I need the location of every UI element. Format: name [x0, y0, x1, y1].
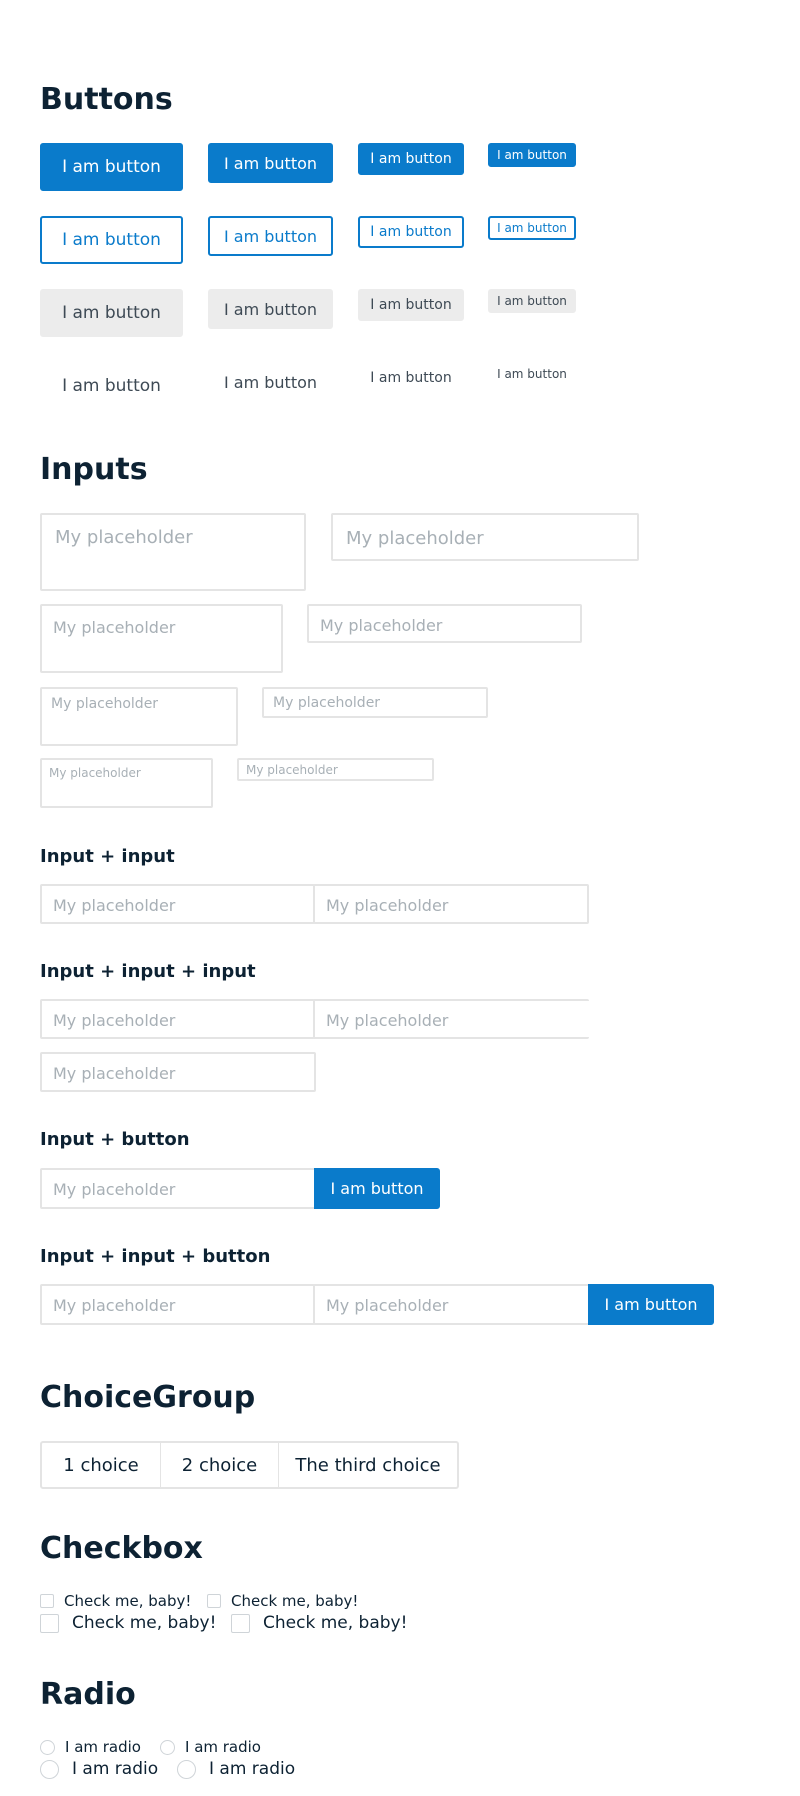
secondary-button-s[interactable]: I am button — [358, 216, 464, 248]
inputs-heading: Inputs — [40, 452, 148, 487]
group4-input-2[interactable]: My placeholder — [313, 1284, 590, 1325]
buttons-heading: Buttons — [40, 82, 173, 117]
choice-1[interactable]: 1 choice — [42, 1443, 160, 1487]
input-input-button-heading: Input + input + button — [40, 1246, 271, 1267]
checkbox-label: Check me, baby! — [72, 1613, 217, 1633]
radio-label: I am radio — [65, 1738, 141, 1756]
checkbox-label: Check me, baby! — [231, 1592, 359, 1610]
input-button-heading: Input + button — [40, 1129, 190, 1150]
group1-input-1[interactable]: My placeholder — [40, 884, 315, 924]
checkbox-label: Check me, baby! — [263, 1613, 408, 1633]
radio-label: I am radio — [209, 1759, 296, 1779]
checkbox-s-1[interactable]: Check me, baby! — [40, 1592, 192, 1610]
input-input-heading: Input + input — [40, 846, 175, 867]
textarea-l[interactable]: My placeholder — [40, 513, 306, 591]
secondary-button-l[interactable]: I am button — [40, 216, 183, 264]
primary-button-s[interactable]: I am button — [358, 143, 464, 175]
radio-label: I am radio — [185, 1738, 261, 1756]
checkbox-m-1[interactable]: Check me, baby! — [40, 1613, 216, 1633]
text-input-xs[interactable]: My placeholder — [237, 758, 434, 781]
input-input-input-heading: Input + input + input — [40, 961, 256, 982]
choice-2[interactable]: 2 choice — [160, 1443, 278, 1487]
radio-s-2[interactable]: I am radio — [160, 1738, 261, 1756]
ghost-button-s[interactable]: I am button — [358, 289, 464, 321]
text-input-l[interactable]: My placeholder — [331, 513, 639, 561]
checkbox-s-2[interactable]: Check me, baby! — [207, 1592, 359, 1610]
primary-button-xs[interactable]: I am button — [488, 143, 576, 167]
radio-heading: Radio — [40, 1677, 136, 1712]
ghost-button-xs[interactable]: I am button — [488, 289, 576, 313]
text-input-m[interactable]: My placeholder — [307, 604, 582, 643]
ghost-button-l[interactable]: I am button — [40, 289, 183, 337]
checkbox-box[interactable] — [40, 1594, 54, 1608]
group2-input-1[interactable]: My placeholder — [40, 999, 315, 1039]
group2-input-2[interactable]: My placeholder — [313, 999, 589, 1039]
group1-input-2[interactable]: My placeholder — [313, 884, 589, 924]
radio-m-2[interactable]: I am radio — [177, 1759, 295, 1779]
text-input-s[interactable]: My placeholder — [262, 687, 488, 718]
clear-button-m[interactable]: I am button — [208, 362, 333, 402]
checkbox-heading: Checkbox — [40, 1531, 203, 1566]
textarea-xs[interactable]: My placeholder — [40, 758, 213, 808]
radio-dot[interactable] — [177, 1759, 196, 1779]
secondary-button-m[interactable]: I am button — [208, 216, 333, 256]
clear-button-l[interactable]: I am button — [40, 362, 183, 410]
secondary-button-xs[interactable]: I am button — [488, 216, 576, 240]
radio-dot[interactable] — [40, 1759, 59, 1779]
textarea-m[interactable]: My placeholder — [40, 604, 283, 673]
radio-s-1[interactable]: I am radio — [40, 1738, 141, 1756]
group4-button[interactable]: I am button — [588, 1284, 714, 1325]
radio-dot[interactable] — [40, 1739, 55, 1755]
primary-button-l[interactable]: I am button — [40, 143, 183, 191]
group4-input-1[interactable]: My placeholder — [40, 1284, 315, 1325]
checkbox-m-2[interactable]: Check me, baby! — [231, 1613, 407, 1633]
group3-button[interactable]: I am button — [314, 1168, 440, 1209]
checkbox-box[interactable] — [40, 1613, 59, 1633]
radio-m-1[interactable]: I am radio — [40, 1759, 158, 1779]
choice-group: 1 choice 2 choice The third choice — [40, 1441, 459, 1489]
checkbox-box[interactable] — [207, 1594, 221, 1608]
group3-input[interactable]: My placeholder — [40, 1168, 316, 1209]
choice-3[interactable]: The third choice — [278, 1443, 457, 1487]
radio-label: I am radio — [72, 1759, 159, 1779]
checkbox-label: Check me, baby! — [64, 1592, 192, 1610]
ghost-button-m[interactable]: I am button — [208, 289, 333, 329]
checkbox-box[interactable] — [231, 1613, 250, 1633]
textarea-s[interactable]: My placeholder — [40, 687, 238, 746]
radio-dot[interactable] — [160, 1739, 175, 1755]
primary-button-m[interactable]: I am button — [208, 143, 333, 183]
group2-input-3[interactable]: My placeholder — [40, 1052, 316, 1092]
clear-button-s[interactable]: I am button — [358, 362, 464, 394]
clear-button-xs[interactable]: I am button — [488, 362, 576, 386]
choicegroup-heading: ChoiceGroup — [40, 1380, 256, 1415]
